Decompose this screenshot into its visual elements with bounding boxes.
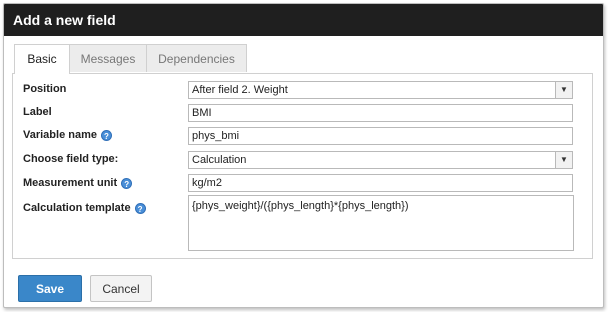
dialog-footer: Save Cancel <box>4 266 603 307</box>
chevron-down-icon: ▼ <box>555 152 572 168</box>
measurement-unit-label-text: Measurement unit <box>23 177 118 189</box>
measurement-unit-input[interactable]: kg/m2 <box>188 174 573 192</box>
variable-name-label: Variable name? <box>23 129 112 141</box>
position-select-value: After field 2. Weight <box>192 84 288 96</box>
cancel-button[interactable]: Cancel <box>90 275 152 302</box>
label-input[interactable]: BMI <box>188 104 573 122</box>
tab-bar: Basic Messages Dependencies <box>12 44 593 74</box>
label-label-text: Label <box>23 106 52 118</box>
label-label: Label <box>23 106 52 118</box>
help-icon[interactable]: ? <box>101 129 112 141</box>
field-type-label-text: Choose field type: <box>23 153 119 165</box>
field-type-label: Choose field type: <box>23 153 118 165</box>
calculation-template-label-text: Calculation template <box>23 202 131 214</box>
help-icon[interactable]: ? <box>121 177 133 189</box>
basic-tab-panel: Position After field 2. Weight ▼ Label B… <box>12 73 593 259</box>
position-select[interactable]: After field 2. Weight ▼ <box>188 81 573 99</box>
field-type-select[interactable]: Calculation ▼ <box>188 151 573 169</box>
position-label-text: Position <box>23 83 67 95</box>
add-field-dialog: Add a new field Basic Messages Dependenc… <box>3 3 604 308</box>
field-type-select-value: Calculation <box>192 154 247 166</box>
tab-dependencies[interactable]: Dependencies <box>146 44 247 72</box>
variable-name-label-text: Variable name <box>23 129 97 141</box>
position-label: Position <box>23 83 66 95</box>
help-icon[interactable]: ? <box>134 202 146 214</box>
save-button[interactable]: Save <box>18 275 82 302</box>
tab-messages[interactable]: Messages <box>69 44 147 72</box>
measurement-unit-label: Measurement unit? <box>23 177 133 189</box>
calculation-template-textarea[interactable]: {phys_weight}/({phys_length}*{phys_lengt… <box>188 195 574 251</box>
calculation-template-label: Calculation template? <box>23 202 146 214</box>
dialog-title: Add a new field <box>4 4 603 36</box>
tab-basic[interactable]: Basic <box>14 44 70 74</box>
variable-name-input[interactable]: phys_bmi <box>188 127 573 145</box>
chevron-down-icon: ▼ <box>555 82 572 98</box>
